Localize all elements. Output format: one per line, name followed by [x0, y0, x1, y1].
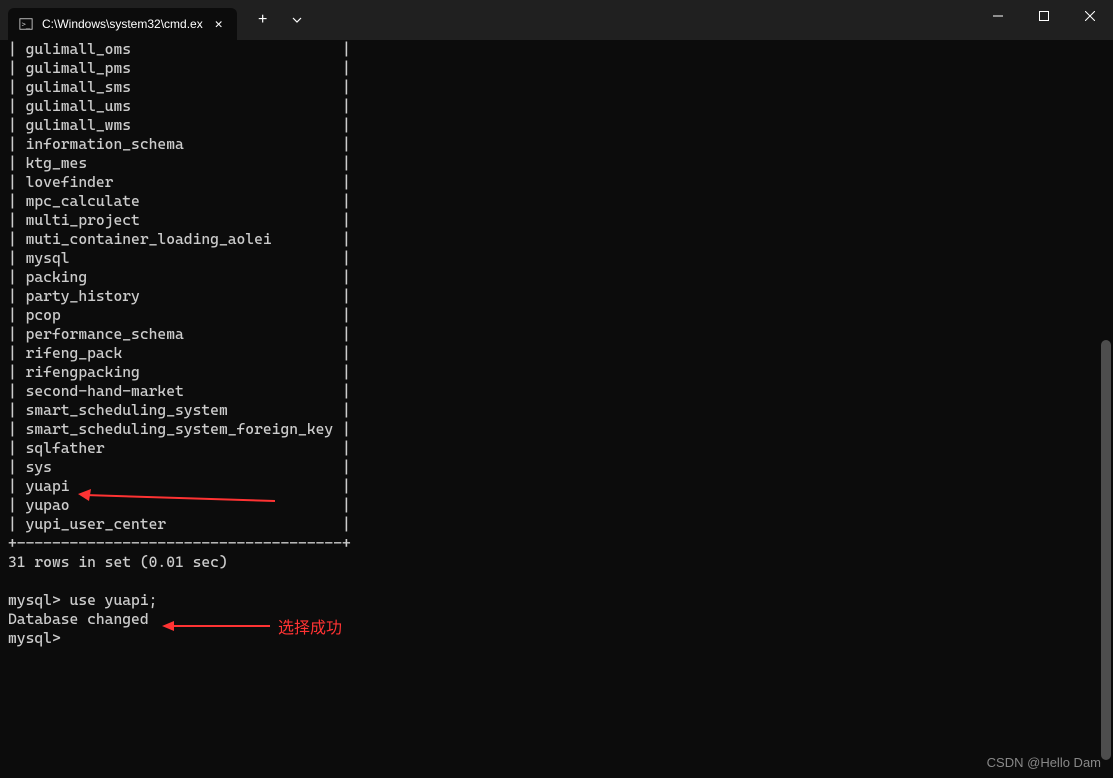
terminal-line: | lovefinder | — [8, 173, 1105, 192]
terminal-line — [8, 572, 1105, 591]
terminal-line: | mysql | — [8, 249, 1105, 268]
cmd-icon: >_ — [18, 16, 34, 32]
scrollbar-thumb[interactable] — [1101, 340, 1111, 760]
terminal-line: | information_schema | — [8, 135, 1105, 154]
scrollbar-track[interactable] — [1099, 40, 1113, 778]
svg-text:>_: >_ — [22, 21, 31, 29]
terminal-line: | smart_scheduling_system_foreign_key | — [8, 420, 1105, 439]
terminal-line: +-------------------------------------+ — [8, 534, 1105, 553]
tab-dropdown-icon[interactable] — [283, 6, 311, 34]
terminal-line: | muti_container_loading_aolei | — [8, 230, 1105, 249]
terminal-line: | rifengpacking | — [8, 363, 1105, 382]
terminal-line: | yupi_user_center | — [8, 515, 1105, 534]
terminal-line: | pcop | — [8, 306, 1105, 325]
terminal-tab[interactable]: >_ C:\Windows\system32\cmd.ex ✕ — [8, 8, 237, 40]
terminal-line: | gulimall_ums | — [8, 97, 1105, 116]
terminal-line: mysql> use yuapi; — [8, 591, 1105, 610]
terminal-line: | sqlfather | — [8, 439, 1105, 458]
terminal-line: | multi_project | — [8, 211, 1105, 230]
terminal-line: mysql> — [8, 629, 1105, 648]
terminal-line: | second-hand-market | — [8, 382, 1105, 401]
terminal-line: | party_history | — [8, 287, 1105, 306]
watermark: CSDN @Hello Dam — [987, 755, 1101, 770]
terminal-line: | rifeng_pack | — [8, 344, 1105, 363]
terminal-line: | gulimall_pms | — [8, 59, 1105, 78]
terminal-line: | sys | — [8, 458, 1105, 477]
terminal-line: | performance_schema | — [8, 325, 1105, 344]
terminal-line: | packing | — [8, 268, 1105, 287]
new-tab-button[interactable]: + — [249, 6, 277, 34]
maximize-button[interactable] — [1021, 0, 1067, 32]
terminal-line: | smart_scheduling_system | — [8, 401, 1105, 420]
terminal-output[interactable]: | gulimall_oms || gulimall_pms || gulima… — [0, 40, 1113, 648]
terminal-line: 31 rows in set (0.01 sec) — [8, 553, 1105, 572]
terminal-line: | gulimall_sms | — [8, 78, 1105, 97]
close-tab-icon[interactable]: ✕ — [211, 16, 227, 32]
window-controls — [975, 0, 1113, 32]
titlebar: >_ C:\Windows\system32\cmd.ex ✕ + — [0, 0, 1113, 40]
terminal-line: | gulimall_oms | — [8, 40, 1105, 59]
terminal-line: | mpc_calculate | — [8, 192, 1105, 211]
minimize-button[interactable] — [975, 0, 1021, 32]
tab-title: C:\Windows\system32\cmd.ex — [42, 17, 203, 31]
close-window-button[interactable] — [1067, 0, 1113, 32]
terminal-line: | yupao | — [8, 496, 1105, 515]
terminal-line: | ktg_mes | — [8, 154, 1105, 173]
terminal-line: | gulimall_wms | — [8, 116, 1105, 135]
terminal-line: | yuapi | — [8, 477, 1105, 496]
terminal-line: Database changed — [8, 610, 1105, 629]
